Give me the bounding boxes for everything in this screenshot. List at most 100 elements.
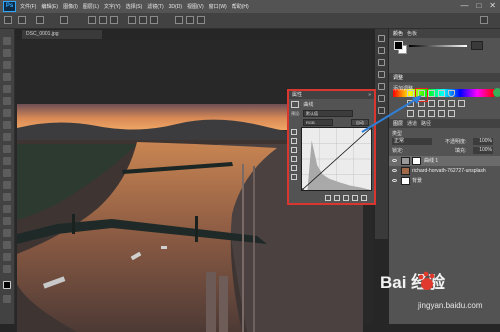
shape-tool-icon[interactable] [3,241,11,249]
menu-file[interactable]: 文件(F) [20,3,36,10]
gradient-tool-icon[interactable] [3,169,11,177]
window-controls: — □ ✕ [460,1,496,10]
align-center-icon[interactable] [99,16,107,24]
opacity-value-field[interactable]: 100% [473,138,493,145]
layer-row-curves[interactable]: 曲线 1 [389,156,500,166]
view-previous-icon[interactable] [334,195,340,201]
marquee-tool-icon[interactable] [3,49,11,57]
clip-to-layer-icon[interactable] [325,195,331,201]
delete-icon[interactable] [361,195,367,201]
menu-select[interactable]: 选择(S) [126,3,143,10]
transform-controls-checkbox[interactable] [60,16,68,24]
menu-image[interactable]: 图像(I) [63,3,78,10]
move-tool-icon[interactable] [3,37,11,45]
tab-swatches[interactable]: 色板 [407,30,417,37]
workspace-switcher-icon[interactable] [480,16,488,24]
on-image-adjust-icon[interactable] [291,129,297,135]
menu-type[interactable]: 文字(Y) [104,3,121,10]
crop-tool-icon[interactable] [3,85,11,93]
menu-view[interactable]: 视图(V) [187,3,204,10]
history-brush-tool-icon[interactable] [3,145,11,153]
eyedropper-tool-icon[interactable] [3,97,11,105]
menu-window[interactable]: 窗口(W) [209,3,227,10]
tab-adjustments[interactable]: 调整 [393,74,403,81]
foreground-color-swatch[interactable] [3,281,11,289]
close-button[interactable]: ✕ [489,1,496,10]
layer-row-photo[interactable]: richard-horvath-762727-unsplash [389,166,500,176]
dodge-tool-icon[interactable] [3,193,11,201]
type-tool-icon[interactable] [3,217,11,225]
3d-pan-icon[interactable] [197,16,205,24]
black-point-eyedropper-icon[interactable] [291,138,297,144]
vibrance-icon[interactable] [448,90,455,97]
visibility-icon[interactable] [352,195,358,201]
exposure-icon[interactable] [438,90,445,97]
quick-mask-icon[interactable] [3,295,11,303]
distribute-middle-icon[interactable] [139,16,147,24]
baidu-paw-icon [418,271,435,290]
tool-preset-icon[interactable] [4,16,12,24]
layer-mask-thumbnail[interactable] [412,157,421,165]
channel-select[interactable]: RGB [303,119,333,126]
lasso-tool-icon[interactable] [3,61,11,69]
blur-tool-icon[interactable] [3,181,11,189]
healing-brush-tool-icon[interactable] [3,109,11,117]
eye-icon[interactable] [392,179,397,182]
zoom-tool-icon[interactable] [3,265,11,273]
eye-icon[interactable] [392,159,397,162]
quick-select-tool-icon[interactable] [3,73,11,81]
menu-layer[interactable]: 图层(L) [83,3,99,10]
draw-curve-icon[interactable] [291,174,297,180]
preset-select[interactable]: 默认值 [303,110,353,117]
align-right-icon[interactable] [110,16,118,24]
curves-icon[interactable] [428,90,435,97]
auto-select-checkbox[interactable] [36,16,44,24]
move-option-icon[interactable] [18,16,26,24]
eye-icon[interactable] [392,169,397,172]
pen-tool-icon[interactable] [3,205,11,213]
eraser-tool-icon[interactable] [3,157,11,165]
gray-point-eyedropper-icon[interactable] [291,147,297,153]
fill-value-field[interactable]: 100% [473,147,493,154]
edit-points-icon[interactable] [291,165,297,171]
menu-3d[interactable]: 3D(D) [169,4,182,10]
color-slider[interactable] [409,45,467,47]
reset-icon[interactable] [343,195,349,201]
white-point-eyedropper-icon[interactable] [291,156,297,162]
history-panel-icon[interactable] [378,35,385,42]
properties-panel-icon[interactable] [378,47,385,54]
green-status-button[interactable] [493,88,500,97]
3d-rotate-icon[interactable] [186,16,194,24]
distribute-top-icon[interactable] [128,16,136,24]
black-white-icon[interactable] [428,100,435,107]
minimize-button[interactable]: — [460,1,468,10]
color-value-field[interactable] [471,41,483,50]
layer-row-background[interactable]: 背景 [389,176,500,186]
3d-mode-icon[interactable] [175,16,183,24]
menu-edit[interactable]: 编辑(E) [41,3,58,10]
clone-stamp-tool-icon[interactable] [3,133,11,141]
maximize-button[interactable]: □ [476,1,481,10]
hand-tool-icon[interactable] [3,253,11,261]
properties-title: 曲线 [303,102,314,108]
color-lookup-icon[interactable] [458,100,465,107]
menu-filter[interactable]: 滤镜(T) [147,3,163,10]
brush-panel-icon[interactable] [378,83,385,90]
selective-color-icon[interactable] [438,110,445,117]
blend-mode-select[interactable]: 正常 [392,138,432,145]
document-tab[interactable]: DSC_0001.jpg [22,30,102,39]
threshold-icon[interactable] [428,110,435,117]
align-left-icon[interactable] [88,16,96,24]
paragraph-panel-icon[interactable] [378,71,385,78]
character-panel-icon[interactable] [378,59,385,66]
path-select-tool-icon[interactable] [3,229,11,237]
distribute-bottom-icon[interactable] [150,16,158,24]
photo-filter-icon[interactable] [438,100,445,107]
layer-name: richard-horvath-762727-unsplash [412,168,486,174]
menu-help[interactable]: 帮助(H) [232,3,249,10]
gradient-map-icon[interactable] [448,110,455,117]
brush-tool-icon[interactable] [3,121,11,129]
tab-color[interactable]: 颜色 [393,30,403,37]
foreground-color-swatch[interactable] [394,41,403,50]
channel-mixer-icon[interactable] [448,100,455,107]
